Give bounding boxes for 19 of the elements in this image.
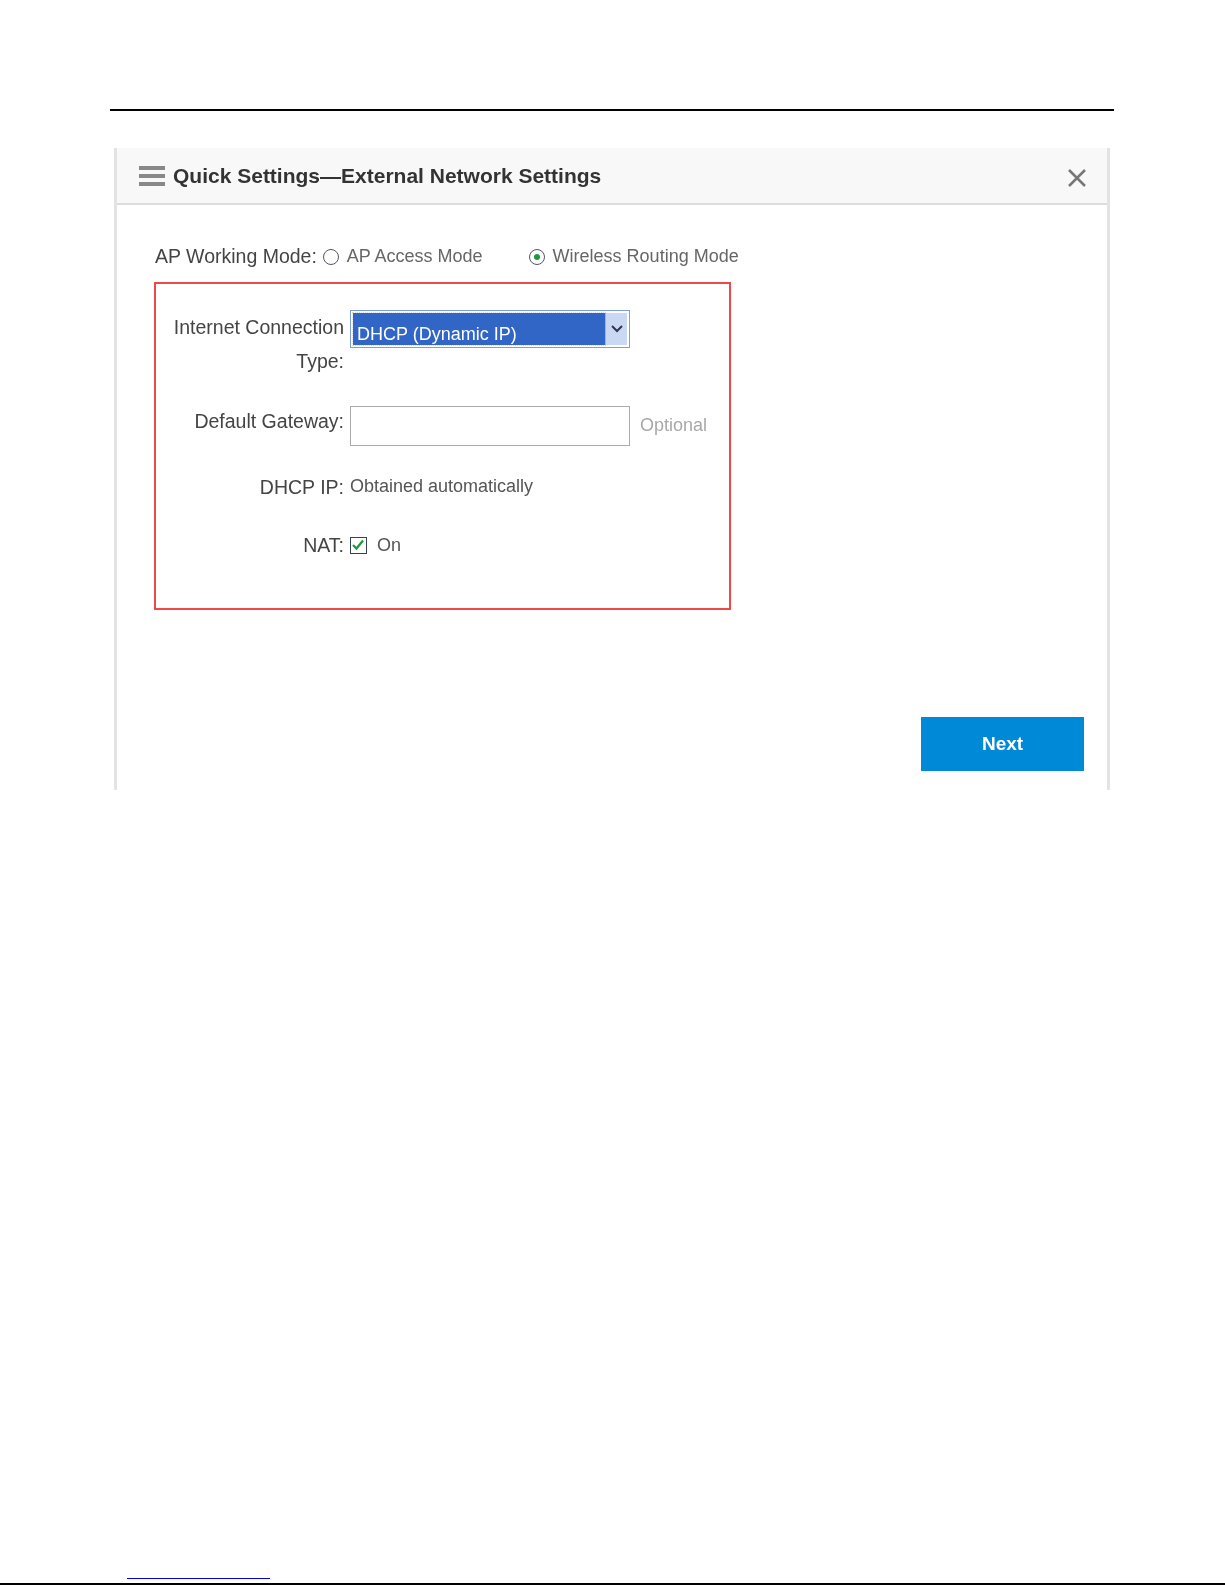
menu-icon[interactable] bbox=[139, 165, 165, 186]
field-label: NAT: bbox=[302, 532, 345, 558]
dropdown-field[interactable]: DHCP (Dynamic IP) bbox=[350, 310, 630, 349]
checkbox-label: On bbox=[377, 533, 401, 557]
dialog-title: Quick Settings—External Network Settings bbox=[173, 162, 602, 189]
radio-option[interactable]: AP Access Mode bbox=[322, 243, 483, 271]
field-label: DHCP IP: bbox=[258, 475, 345, 501]
field-label: AP Working Mode: bbox=[155, 244, 318, 269]
input-field[interactable] bbox=[350, 406, 630, 447]
field-label: Default Gateway: bbox=[193, 409, 345, 435]
next-button[interactable]: Next bbox=[921, 717, 1084, 772]
radio-button[interactable] bbox=[528, 248, 545, 265]
radio-option[interactable]: Wireless Routing Mode bbox=[528, 243, 739, 271]
checkbox[interactable] bbox=[350, 536, 367, 554]
chevron-down-icon bbox=[610, 325, 623, 334]
field-value: Obtained automatically bbox=[350, 475, 534, 499]
hint-text: Optional bbox=[640, 414, 708, 438]
field-label: Internet Connection Type: bbox=[172, 315, 345, 375]
radio-button[interactable] bbox=[322, 248, 339, 265]
